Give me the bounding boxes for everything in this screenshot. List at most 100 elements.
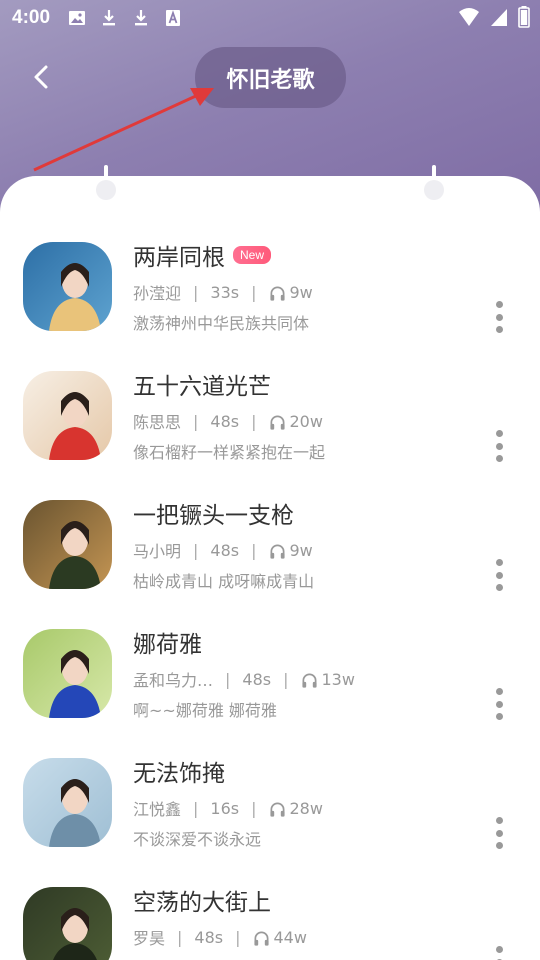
song-duration: 48s [210, 411, 240, 431]
meta-separator: | [193, 282, 199, 302]
more-options-button[interactable] [488, 687, 510, 721]
song-title-row: 空荡的大街上 [133, 883, 271, 917]
battery-icon [518, 6, 530, 28]
song-plays: 28w [289, 798, 323, 818]
song-duration: 16s [210, 798, 240, 818]
meta-separator: | [235, 927, 241, 947]
song-cover[interactable] [23, 371, 112, 460]
song-artist: 孙滢迎 [133, 284, 182, 303]
meta-separator: | [193, 411, 199, 431]
song-meta: 江悦鑫 | 16s | 28w [133, 796, 323, 820]
meta-separator: | [251, 798, 257, 818]
headphone-icon [269, 415, 285, 430]
song-title-row: 无法饰掩 [133, 754, 225, 788]
song-lyric-snippet: 不谈深爱不谈永远 [133, 830, 262, 849]
more-dot [495, 313, 503, 321]
download-icon [103, 10, 116, 26]
song-duration: 33s [210, 282, 240, 302]
song-list-item[interactable]: 无法饰掩 江悦鑫 | 16s | 28w 不谈深爱不谈永远 [0, 738, 540, 867]
song-cover[interactable] [23, 242, 112, 331]
song-meta: 罗昊 | 48s | 44w [133, 925, 307, 949]
song-title-row: 两岸同根 New [133, 238, 272, 272]
image-icon [69, 11, 86, 25]
more-dot [495, 455, 503, 462]
song-plays-group: 28w [269, 799, 323, 818]
song-cover[interactable] [23, 629, 112, 718]
song-title: 五十六道光芒 [133, 374, 271, 400]
song-meta: 孟和乌力… | 48s | 13w [133, 667, 355, 691]
meta-separator: | [177, 927, 183, 947]
headphone-icon [301, 673, 317, 688]
status-bar: 4:00 [0, 0, 540, 36]
meta-separator: | [251, 411, 257, 431]
song-lyric-snippet: 枯岭成青山 成呀嘛成青山 [133, 572, 315, 591]
meta-separator: | [193, 540, 199, 560]
more-dot [495, 688, 503, 695]
more-options-button[interactable] [488, 558, 510, 592]
more-dot [495, 442, 503, 450]
song-title: 娜荷雅 [133, 632, 202, 658]
more-dot [495, 713, 503, 720]
song-plays-group: 44w [253, 928, 307, 947]
more-dot [495, 584, 503, 591]
song-lyric-snippet: 激荡神州中华民族共同体 [133, 314, 310, 333]
more-dot [495, 430, 503, 437]
song-list-item[interactable]: 两岸同根 New 孙滢迎 | 33s | 9w 激荡神州中华民族共同体 [0, 222, 540, 351]
wifi-icon [459, 8, 479, 26]
more-dot [495, 817, 503, 824]
new-badge: New [233, 246, 272, 264]
song-meta: 陈思思 | 48s | 20w [133, 409, 323, 433]
song-list-item[interactable]: 空荡的大街上 罗昊 | 48s | 44w [0, 867, 540, 960]
song-list-item[interactable]: 一把镢头一支枪 马小明 | 48s | 9w 枯岭成青山 成呀嘛成青山 [0, 480, 540, 609]
font-app-icon [166, 10, 181, 26]
song-title: 两岸同根 [133, 245, 225, 271]
song-title: 空荡的大街上 [133, 890, 271, 916]
more-options-button[interactable] [488, 300, 510, 334]
download-icon [135, 10, 148, 26]
song-lyric-snippet: 像石榴籽一样紧紧抱在一起 [133, 443, 326, 462]
song-plays: 44w [273, 927, 307, 947]
song-duration: 48s [242, 669, 272, 689]
song-title: 无法饰掩 [133, 761, 225, 787]
status-time: 4:00 [12, 7, 51, 28]
song-artist: 江悦鑫 [133, 800, 182, 819]
more-dot [495, 571, 503, 579]
song-lyric-snippet: 啊~~娜荷雅 娜荷雅 [133, 701, 277, 720]
song-artist: 孟和乌力… [133, 671, 214, 690]
more-dot [495, 326, 503, 333]
song-title: 一把镢头一支枪 [133, 503, 294, 529]
more-options-button[interactable] [488, 945, 510, 960]
meta-separator: | [283, 669, 289, 689]
song-title-row: 五十六道光芒 [133, 367, 271, 401]
more-options-button[interactable] [488, 816, 510, 850]
song-duration: 48s [194, 927, 224, 947]
song-title-row: 娜荷雅 [133, 625, 202, 659]
song-list: 两岸同根 New 孙滢迎 | 33s | 9w 激荡神州中华民族共同体 五十六道… [0, 222, 540, 960]
song-list-item[interactable]: 五十六道光芒 陈思思 | 48s | 20w 像石榴籽一样紧紧抱在一起 [0, 351, 540, 480]
more-dot [495, 559, 503, 566]
song-artist: 陈思思 [133, 413, 182, 432]
headphone-icon [269, 286, 285, 301]
song-cover[interactable] [23, 887, 112, 960]
meta-separator: | [251, 540, 257, 560]
more-dot [495, 842, 503, 849]
song-artist: 罗昊 [133, 929, 166, 948]
song-artist: 马小明 [133, 542, 182, 561]
page-title: 怀旧老歌 [195, 47, 346, 108]
song-meta: 孙滢迎 | 33s | 9w [133, 280, 313, 304]
more-dot [495, 301, 503, 308]
song-plays: 9w [289, 282, 313, 302]
song-plays-group: 9w [269, 541, 313, 560]
back-button[interactable] [26, 62, 56, 92]
more-options-button[interactable] [488, 429, 510, 463]
meta-separator: | [225, 669, 231, 689]
song-plays-group: 9w [269, 283, 313, 302]
binder-ring [424, 180, 444, 200]
song-plays-group: 20w [269, 412, 323, 431]
meta-separator: | [251, 282, 257, 302]
song-cover[interactable] [23, 758, 112, 847]
song-cover[interactable] [23, 500, 112, 589]
song-list-item[interactable]: 娜荷雅 孟和乌力… | 48s | 13w 啊~~娜荷雅 娜荷雅 [0, 609, 540, 738]
headphone-icon [269, 544, 285, 559]
song-duration: 48s [210, 540, 240, 560]
